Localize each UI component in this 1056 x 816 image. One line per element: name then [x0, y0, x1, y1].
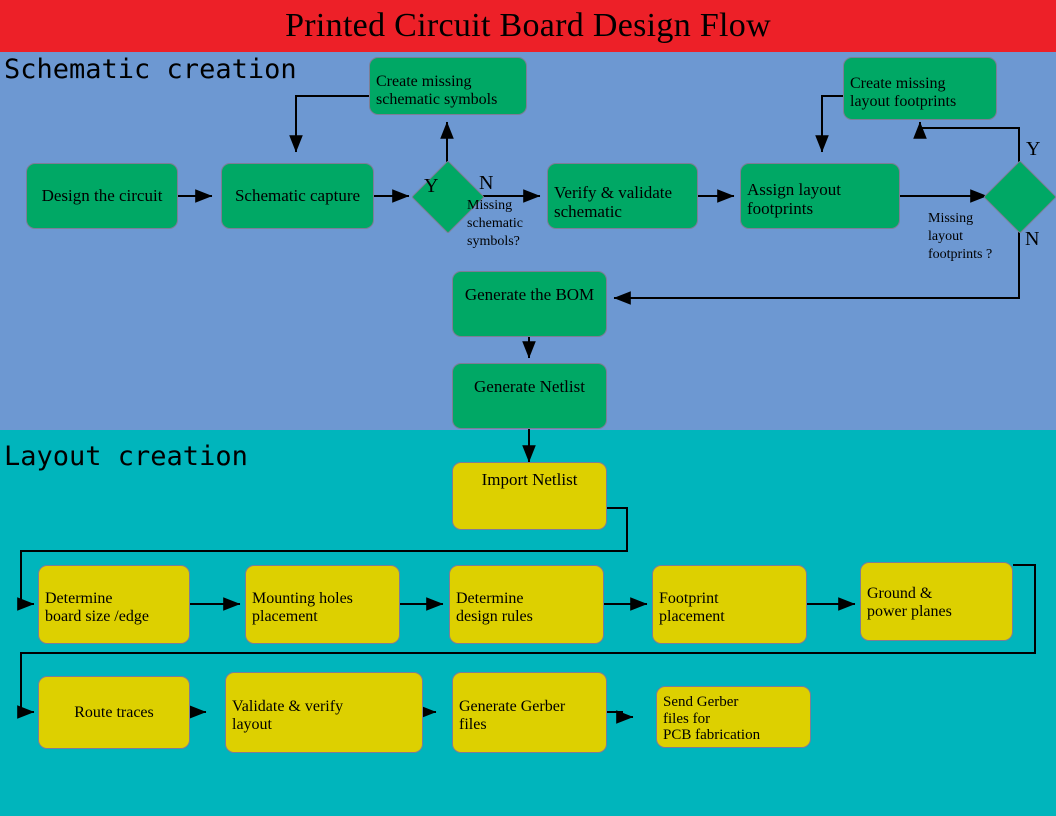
node-footprint-placement[interactable]: Footprint placement: [652, 565, 807, 644]
node-determine-design-rules[interactable]: Determine design rules: [449, 565, 604, 644]
node-ground-power-planes[interactable]: Ground & power planes: [860, 562, 1013, 641]
schematic-section-label: Schematic creation: [4, 54, 297, 85]
decision1-question-line1: Missing: [467, 198, 513, 213]
node-determine-board-size[interactable]: Determine board size /edge: [38, 565, 190, 644]
node-create-missing-layout-footprints[interactable]: Create missing layout footprints: [843, 57, 997, 120]
decision2-no-label: N: [1025, 228, 1040, 250]
decision1-no-label: N: [479, 172, 494, 194]
decision2-question-line3: footprints ?: [928, 247, 993, 262]
node-verify-validate-schematic[interactable]: Verify & validate schematic: [547, 163, 698, 229]
node-schematic-capture[interactable]: Schematic capture: [221, 163, 374, 229]
page-title: Printed Circuit Board Design Flow: [285, 7, 771, 44]
node-create-missing-schematic-symbols[interactable]: Create missing schematic symbols: [369, 57, 527, 115]
decision2-question-line2: layout: [928, 229, 963, 244]
decision2-yes-label: Y: [1026, 138, 1041, 160]
node-generate-the-bom[interactable]: Generate the BOM: [452, 271, 607, 337]
layout-section-label: Layout creation: [4, 441, 248, 472]
decision1-yes-label: Y: [424, 175, 439, 197]
node-generate-netlist[interactable]: Generate Netlist: [452, 363, 607, 429]
node-design-the-circuit[interactable]: Design the circuit: [26, 163, 178, 229]
decision1-question-line2: schematic: [467, 216, 523, 231]
node-assign-layout-footprints[interactable]: Assign layout footprints: [740, 163, 900, 229]
decision1-question-line3: symbols?: [467, 234, 520, 249]
decision2-question-line1: Missing: [928, 211, 974, 226]
flowchart-canvas: Printed Circuit Board Design Flow Schema…: [0, 0, 1056, 816]
node-validate-verify-layout[interactable]: Validate & verify layout: [225, 672, 423, 753]
node-send-gerber-files[interactable]: Send Gerber files for PCB fabrication: [656, 686, 811, 748]
node-import-netlist[interactable]: Import Netlist: [452, 462, 607, 530]
node-route-traces[interactable]: Route traces: [38, 676, 190, 749]
node-mounting-holes-placement[interactable]: Mounting holes placement: [245, 565, 400, 644]
node-generate-gerber-files[interactable]: Generate Gerber files: [452, 672, 607, 753]
